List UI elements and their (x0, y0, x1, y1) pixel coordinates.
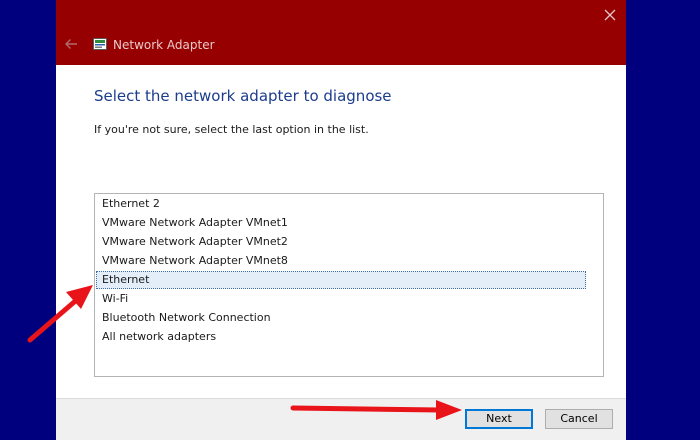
back-button[interactable] (63, 36, 79, 52)
network-adapter-icon (93, 38, 107, 50)
list-item[interactable]: VMware Network Adapter VMnet8 (96, 252, 586, 270)
button-bar: Next Cancel (56, 398, 626, 440)
list-item[interactable]: Bluetooth Network Connection (96, 309, 586, 327)
adapter-listbox[interactable]: Ethernet 2 VMware Network Adapter VMnet1… (94, 193, 604, 377)
back-arrow-icon (65, 39, 77, 49)
main-content: Select the network adapter to diagnose I… (56, 65, 626, 398)
list-item[interactable]: All network adapters (96, 328, 586, 346)
list-item[interactable]: VMware Network Adapter VMnet1 (96, 214, 586, 232)
list-item-selected[interactable]: Ethernet (96, 271, 586, 289)
list-item[interactable]: Ethernet 2 (96, 195, 586, 213)
window-title: Network Adapter (113, 38, 215, 52)
troubleshooter-window: Network Adapter Select the network adapt… (56, 0, 626, 440)
list-item[interactable]: VMware Network Adapter VMnet2 (96, 233, 586, 251)
cancel-button[interactable]: Cancel (545, 409, 613, 429)
page-heading: Select the network adapter to diagnose (94, 87, 392, 105)
title-bar: Network Adapter (56, 0, 626, 65)
next-button[interactable]: Next (465, 409, 533, 429)
list-item[interactable]: Wi-Fi (96, 290, 586, 308)
close-icon (604, 9, 616, 21)
close-button[interactable] (597, 2, 623, 28)
instruction-text: If you're not sure, select the last opti… (94, 123, 369, 136)
